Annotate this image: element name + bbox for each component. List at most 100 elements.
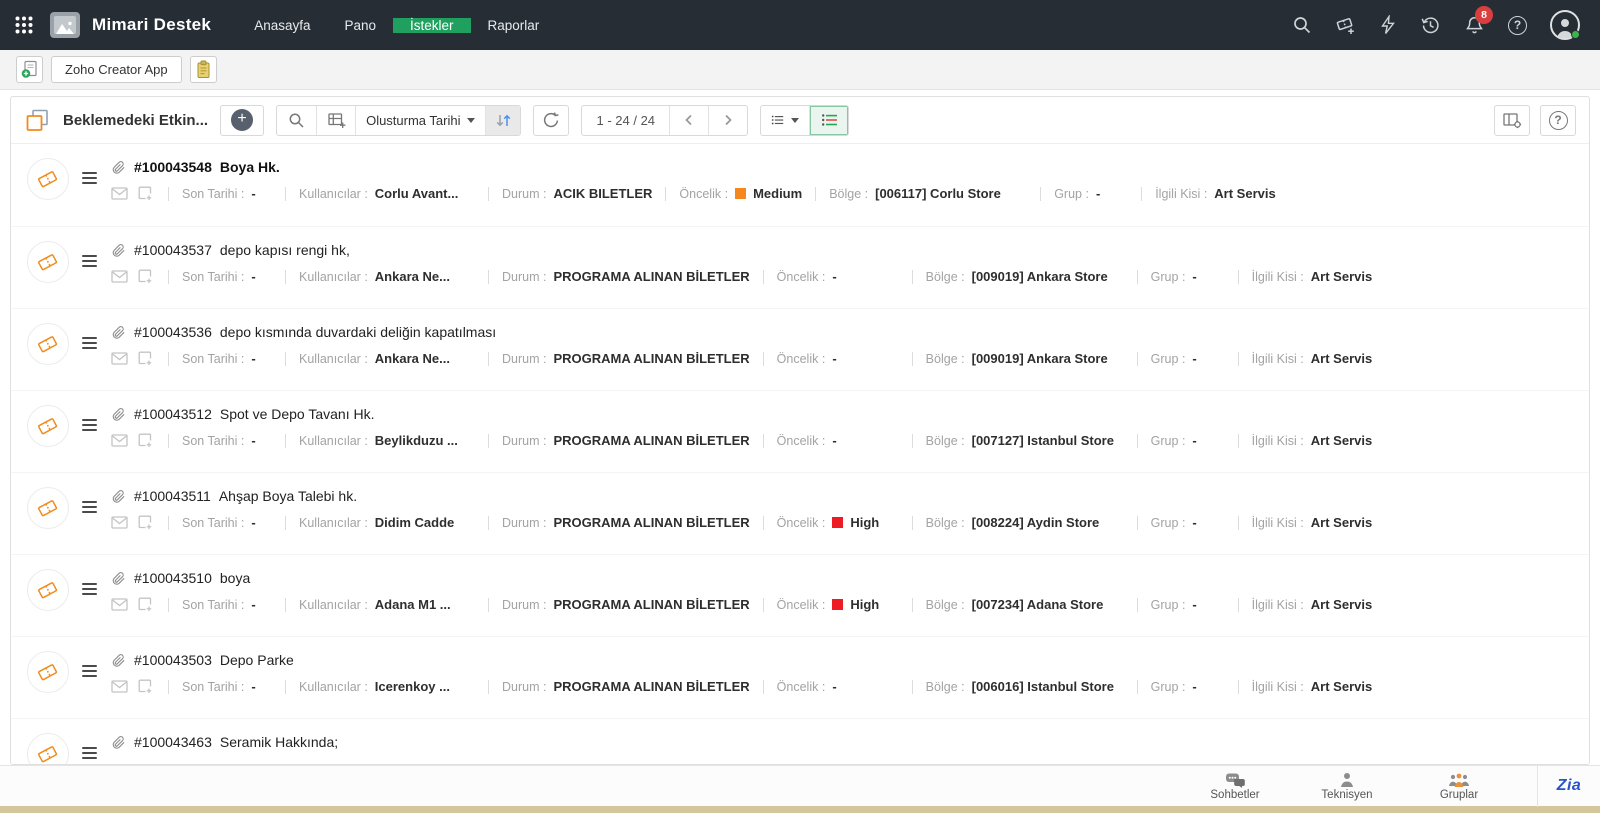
email-icon[interactable] <box>111 516 128 529</box>
dock-groups-button[interactable]: Gruplar <box>1403 772 1515 801</box>
email-icon[interactable] <box>111 598 128 611</box>
dock-groups-label: Gruplar <box>1440 789 1478 801</box>
ticket-title-line[interactable]: #100043463 Seramik Hakkında; <box>111 734 1573 750</box>
field-region: Bölge [009019] Ankara Store <box>926 269 1124 284</box>
group-value: - <box>1096 186 1100 201</box>
field-contact: İlgili Kisi Art Servis <box>1252 597 1373 612</box>
ticket-title-line[interactable]: #100043512 Spot ve Depo Tavanı Hk. <box>111 406 1573 422</box>
drag-handle-icon[interactable] <box>82 498 98 516</box>
add-note-icon[interactable] <box>138 186 153 201</box>
field-divider <box>912 598 913 612</box>
prev-page-icon[interactable] <box>669 106 708 135</box>
ticket-title-line[interactable]: #100043536 depo kısmında duvardaki deliğ… <box>111 324 1573 340</box>
ticket-title-line[interactable]: #100043537 depo kapısı rengi hk, <box>111 242 1573 258</box>
pagination-label: 1 - 24 / 24 <box>582 106 669 135</box>
user-avatar[interactable] <box>1550 10 1580 40</box>
drag-handle-icon[interactable] <box>82 416 98 434</box>
field-due-date: Son Tarihi - <box>182 351 272 366</box>
field-divider <box>168 598 169 612</box>
field-label: Öncelik <box>777 680 833 694</box>
ticket-row[interactable]: #100043536 depo kısmında duvardaki deliğ… <box>11 308 1589 390</box>
view-title[interactable]: Beklemedeki Etkin... <box>63 112 208 129</box>
field-label: Durum <box>502 516 553 530</box>
drag-handle-icon[interactable] <box>82 662 98 680</box>
field-priority: Öncelik - <box>777 269 899 284</box>
search-icon[interactable] <box>1292 15 1312 35</box>
ticket-row[interactable]: #100043537 depo kapısı rengi hk, Son <box>11 226 1589 308</box>
priority-color-square <box>832 517 843 528</box>
add-note-icon[interactable] <box>138 679 153 694</box>
field-divider <box>1137 270 1138 284</box>
dock-technician-button[interactable]: Teknisyen <box>1291 772 1403 801</box>
group-value: - <box>1192 433 1196 448</box>
clipboard-icon[interactable] <box>190 56 217 83</box>
field-divider <box>168 434 169 448</box>
nav-item-0[interactable]: Anasayfa <box>237 18 327 33</box>
email-icon[interactable] <box>111 680 128 693</box>
refresh-button[interactable] <box>533 105 569 136</box>
view-stack-icon <box>24 107 51 134</box>
ticket-row[interactable]: #100043511 Ahşap Boya Talebi hk. Son <box>11 472 1589 554</box>
flash-icon[interactable] <box>1379 15 1397 35</box>
field-divider <box>1238 434 1239 448</box>
email-icon[interactable] <box>111 187 128 200</box>
drag-handle-icon[interactable] <box>82 334 98 352</box>
email-icon[interactable] <box>111 434 128 447</box>
app-grid-icon[interactable] <box>14 15 34 35</box>
add-note-icon[interactable] <box>138 269 153 284</box>
notifications-bell-icon[interactable]: 8 <box>1464 15 1485 36</box>
field-priority: Öncelik High <box>777 597 899 612</box>
field-label: Öncelik <box>777 270 833 284</box>
drag-handle-icon[interactable] <box>82 580 98 598</box>
nav-item-2[interactable]: İstekler <box>393 18 471 33</box>
field-label: Grup <box>1054 187 1096 201</box>
ticket-type-icon <box>27 405 69 447</box>
ticket-add-icon[interactable] <box>1335 15 1356 36</box>
app-logo-icon[interactable] <box>50 12 80 38</box>
priority-value: High <box>850 597 879 612</box>
add-note-icon[interactable] <box>138 515 153 530</box>
drag-handle-icon[interactable] <box>82 169 98 187</box>
ticket-row[interactable]: #100043510 boya Son Tarihi <box>11 554 1589 636</box>
tickets-card: Beklemedeki Etkin... Olusturma Tarihi <box>10 96 1590 765</box>
sort-direction-icon[interactable] <box>485 106 520 135</box>
ticket-row[interactable]: #100043503 Depo Parke Son Tarihi <box>11 636 1589 718</box>
ticket-row[interactable]: #100043548 Boya Hk. Son Tarihi <box>11 144 1589 226</box>
add-ticket-button[interactable] <box>220 105 264 136</box>
next-page-icon[interactable] <box>708 106 747 135</box>
field-divider <box>912 270 913 284</box>
list-help-button[interactable] <box>1540 105 1576 136</box>
ticket-title-line[interactable]: #100043503 Depo Parke <box>111 652 1573 668</box>
zia-logo[interactable]: Zia <box>1538 777 1600 795</box>
field-label: Son Tarihi <box>182 434 251 448</box>
ticket-row[interactable]: #100043463 Seramik Hakkında; Son Tar <box>11 718 1589 764</box>
ticket-row[interactable]: #100043512 Spot ve Depo Tavanı Hk. S <box>11 390 1589 472</box>
compact-list-view-icon[interactable] <box>809 106 848 135</box>
table-add-icon[interactable] <box>316 106 355 135</box>
zoho-creator-app-button[interactable]: Zoho Creator App <box>51 56 182 83</box>
email-icon[interactable] <box>111 270 128 283</box>
ticket-title-line[interactable]: #100043548 Boya Hk. <box>111 159 1573 175</box>
drag-handle-icon[interactable] <box>82 744 98 762</box>
nav-item-3[interactable]: Raporlar <box>471 18 557 33</box>
field-label: Durum <box>502 680 553 694</box>
layout-settings-button[interactable] <box>1494 105 1530 136</box>
region-value: [006117] Corlu Store <box>875 186 1001 201</box>
drag-handle-icon[interactable] <box>82 252 98 270</box>
add-note-icon[interactable] <box>138 433 153 448</box>
add-note-icon[interactable] <box>138 351 153 366</box>
ticket-title-line[interactable]: #100043510 boya <box>111 570 1573 586</box>
add-note-icon[interactable] <box>138 597 153 612</box>
ticket-title: Spot ve Depo Tavanı Hk. <box>220 406 375 422</box>
ticket-title-line[interactable]: #100043511 Ahşap Boya Talebi hk. <box>111 488 1573 504</box>
sort-field-dropdown[interactable]: Olusturma Tarihi <box>355 106 485 135</box>
creator-doc-add-icon[interactable] <box>16 56 43 83</box>
list-search-icon[interactable] <box>277 106 316 135</box>
field-status: Durum PROGRAMA ALINAN BİLETLER <box>502 515 750 530</box>
nav-item-1[interactable]: Pano <box>327 18 393 33</box>
email-icon[interactable] <box>111 352 128 365</box>
dock-chats-button[interactable]: Sohbetler <box>1179 772 1291 801</box>
help-icon[interactable] <box>1508 16 1527 35</box>
history-icon[interactable] <box>1420 15 1441 36</box>
list-view-icon[interactable] <box>761 106 809 135</box>
